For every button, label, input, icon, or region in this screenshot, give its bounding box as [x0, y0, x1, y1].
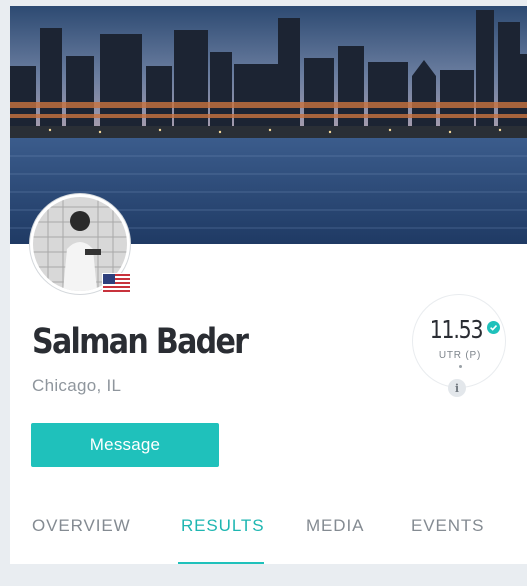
profile-card: Salman Bader Chicago, IL Message 11.53 U… — [10, 6, 527, 564]
utr-dot — [459, 365, 462, 368]
message-button[interactable]: Message — [31, 423, 219, 467]
utr-rating-badge[interactable]: 11.53 UTR (P) — [412, 294, 506, 388]
player-location: Chicago, IL — [32, 376, 122, 395]
us-flag-icon — [102, 273, 131, 293]
utr-value: 11.53 — [429, 315, 484, 344]
tab-events[interactable]: EVENTS — [411, 506, 484, 564]
tab-media[interactable]: MEDIA — [306, 506, 364, 564]
verified-check-icon — [487, 321, 500, 334]
tab-results[interactable]: RESULTS — [181, 506, 264, 564]
utr-label: UTR (P) — [438, 350, 482, 361]
info-icon[interactable]: i — [448, 379, 466, 397]
profile-tabs: OVERVIEW RESULTS MEDIA EVENTS — [10, 506, 527, 564]
player-name: Salman Bader — [32, 322, 249, 362]
tab-overview[interactable]: OVERVIEW — [32, 506, 131, 564]
